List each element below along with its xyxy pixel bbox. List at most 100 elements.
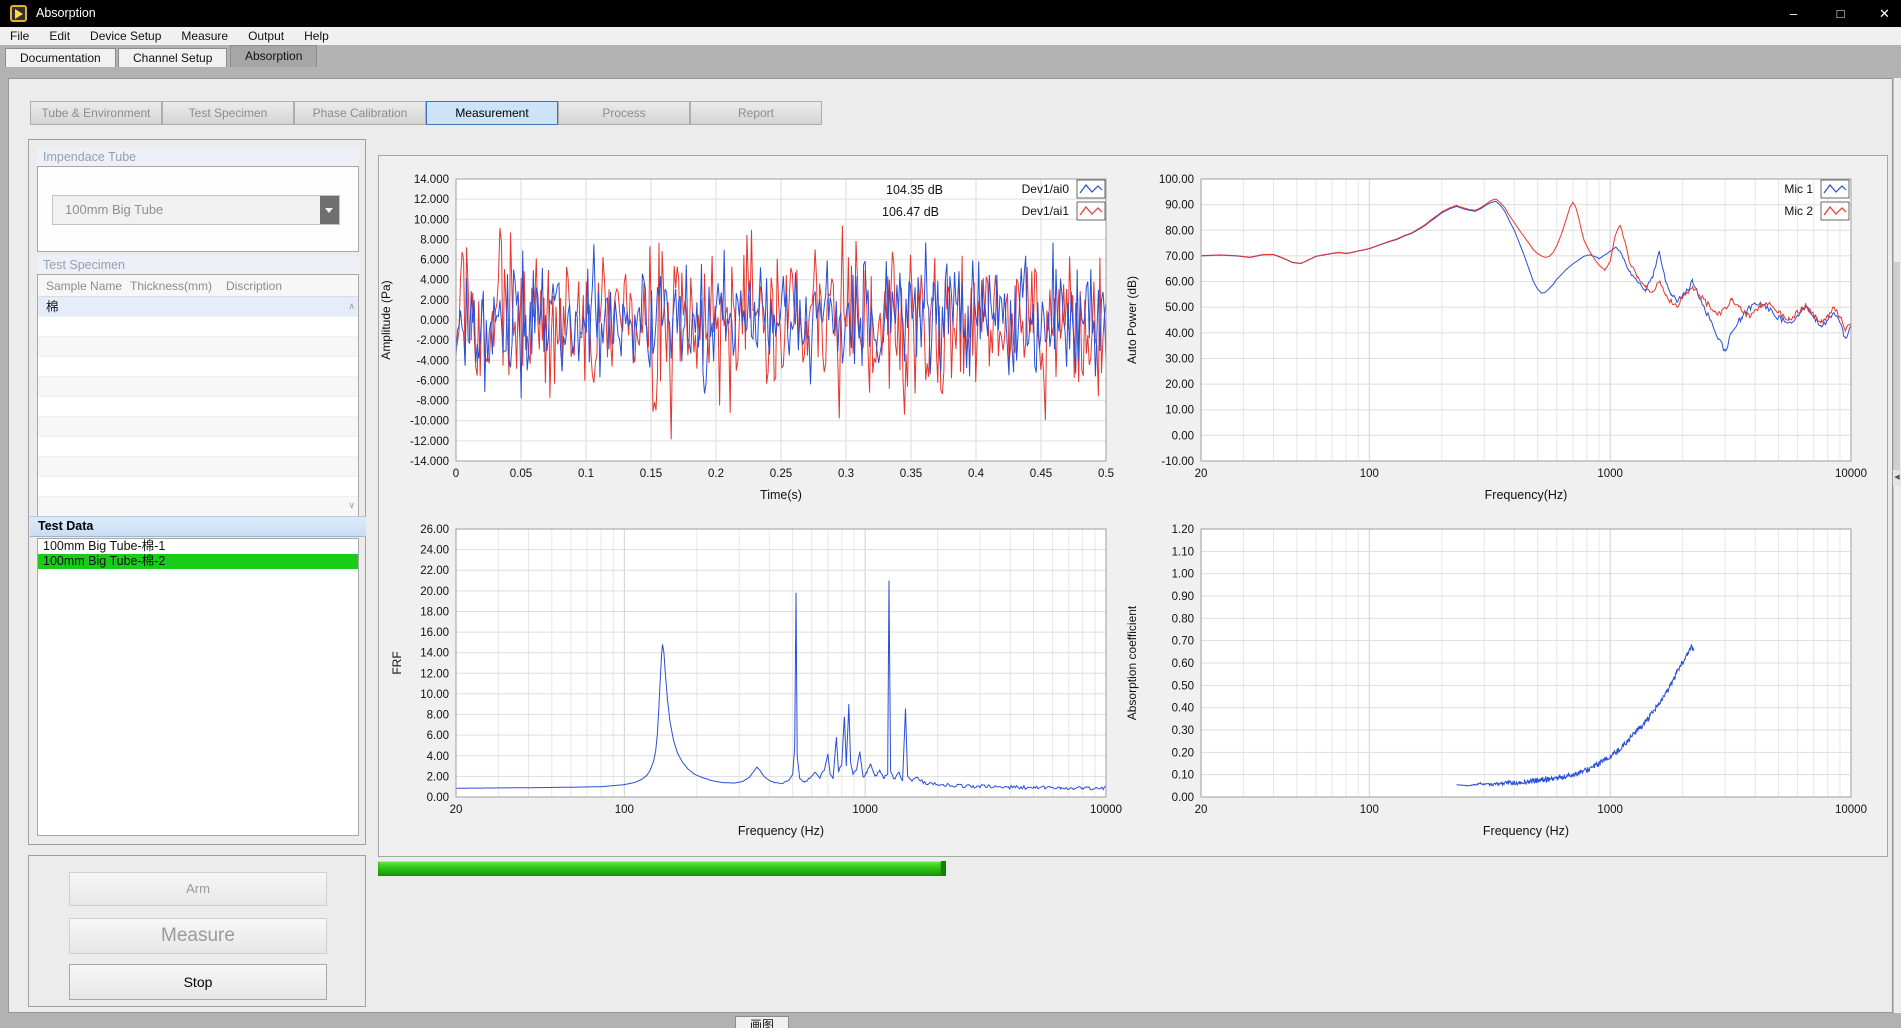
subtab-tube-environment[interactable]: Tube & Environment: [30, 101, 162, 125]
column-thickness: Thickness(mm): [130, 275, 226, 296]
svg-text:20: 20: [1195, 804, 1208, 816]
app-icon: [10, 5, 27, 22]
menu-item-file[interactable]: File: [0, 27, 39, 45]
svg-text:-6.000: -6.000: [416, 375, 449, 387]
table-row[interactable]: 棉: [38, 297, 358, 317]
charts-canvas: -14.000-12.000-10.000-8.000-6.000-4.000-…: [379, 156, 1887, 856]
controls-panel: Arm Measure Stop: [28, 855, 366, 1007]
stop-button[interactable]: Stop: [69, 964, 327, 1000]
svg-text:100: 100: [1360, 804, 1379, 816]
svg-text:26.00: 26.00: [420, 524, 449, 536]
svg-text:16.00: 16.00: [420, 627, 449, 639]
tab-channel-setup[interactable]: Channel Setup: [118, 48, 227, 67]
svg-text:4.000: 4.000: [420, 275, 449, 287]
menu-item-help[interactable]: Help: [294, 27, 339, 45]
scrollbar-thumb[interactable]: [1894, 262, 1900, 470]
svg-text:100: 100: [1360, 468, 1379, 480]
arm-button[interactable]: Arm: [69, 872, 327, 906]
svg-text:100.00: 100.00: [1159, 174, 1194, 186]
svg-text:-14.000: -14.000: [410, 456, 449, 468]
scroll-up-icon[interactable]: ∧: [348, 301, 355, 312]
table-row: [38, 437, 358, 457]
svg-text:Dev1/ai1: Dev1/ai1: [1022, 204, 1070, 218]
svg-text:Mic 2: Mic 2: [1784, 204, 1813, 218]
tab-absorption[interactable]: Absorption: [230, 45, 317, 67]
impedance-tube-box: 100mm Big Tube: [37, 166, 359, 252]
svg-text:14.00: 14.00: [420, 648, 449, 660]
bottom-tab[interactable]: 画图: [735, 1016, 789, 1028]
table-row: [38, 397, 358, 417]
svg-text:0.2: 0.2: [708, 468, 724, 480]
scroll-down-icon[interactable]: ∨: [348, 500, 355, 511]
svg-text:-10.000: -10.000: [410, 416, 449, 428]
svg-text:40.00: 40.00: [1165, 328, 1194, 340]
svg-text:0: 0: [453, 468, 459, 480]
maximize-button[interactable]: □: [1818, 0, 1863, 27]
progress-bar: [378, 861, 946, 876]
svg-text:0.30: 0.30: [1172, 725, 1194, 737]
svg-text:60.00: 60.00: [1165, 277, 1194, 289]
svg-text:10000: 10000: [1090, 804, 1122, 816]
chevron-down-icon[interactable]: [320, 196, 339, 224]
subtab-test-specimen[interactable]: Test Specimen: [162, 101, 294, 125]
svg-text:24.00: 24.00: [420, 545, 449, 557]
splitter-arrow-icon[interactable]: ◀: [1893, 470, 1901, 486]
svg-text:Dev1/ai0: Dev1/ai0: [1022, 182, 1070, 196]
menu-item-output[interactable]: Output: [238, 27, 294, 45]
svg-text:0.80: 0.80: [1172, 613, 1194, 625]
table-row: [38, 317, 358, 337]
svg-text:104.35 dB: 104.35 dB: [886, 183, 943, 197]
svg-text:0.40: 0.40: [1172, 703, 1194, 715]
svg-text:12.00: 12.00: [420, 668, 449, 680]
svg-text:1000: 1000: [1597, 804, 1623, 816]
svg-text:6.000: 6.000: [420, 255, 449, 267]
subtab-process[interactable]: Process: [558, 101, 690, 125]
tab-documentation[interactable]: Documentation: [5, 48, 116, 67]
svg-text:50.00: 50.00: [1165, 302, 1194, 314]
svg-text:Absorption coefficient: Absorption coefficient: [1125, 605, 1139, 720]
menu-item-device-setup[interactable]: Device Setup: [80, 27, 171, 45]
svg-text:20.00: 20.00: [420, 586, 449, 598]
svg-text:6.00: 6.00: [427, 730, 449, 742]
svg-text:10000: 10000: [1835, 804, 1867, 816]
svg-text:Frequency (Hz): Frequency (Hz): [1483, 824, 1569, 838]
subtab-measurement[interactable]: Measurement: [426, 101, 558, 125]
svg-text:Frequency (Hz): Frequency (Hz): [738, 824, 824, 838]
svg-text:0.70: 0.70: [1172, 636, 1194, 648]
svg-text:-10.00: -10.00: [1161, 456, 1194, 468]
svg-text:100: 100: [615, 804, 634, 816]
column-discription: Discription: [226, 275, 326, 296]
subtab-phase-calibration[interactable]: Phase Calibration: [294, 101, 426, 125]
specimen-table: Sample Name Thickness(mm) Discription 棉 …: [37, 274, 359, 516]
table-row: [38, 457, 358, 477]
close-button[interactable]: ✕: [1862, 0, 1901, 27]
svg-text:10000: 10000: [1835, 468, 1867, 480]
list-item[interactable]: 100mm Big Tube-棉-1: [38, 539, 358, 554]
menu-item-measure[interactable]: Measure: [171, 27, 238, 45]
list-item-selected[interactable]: 100mm Big Tube-棉-2: [38, 554, 358, 569]
svg-text:0.45: 0.45: [1030, 468, 1052, 480]
svg-text:Mic 1: Mic 1: [1784, 182, 1813, 196]
svg-text:10.000: 10.000: [414, 214, 449, 226]
svg-text:0.4: 0.4: [968, 468, 985, 480]
menubar: File Edit Device Setup Measure Output He…: [0, 27, 1901, 45]
svg-text:2.000: 2.000: [420, 295, 449, 307]
svg-text:0.20: 0.20: [1172, 747, 1194, 759]
table-row: [38, 357, 358, 377]
svg-text:0.1: 0.1: [578, 468, 594, 480]
svg-text:Amplitude (Pa): Amplitude (Pa): [379, 280, 393, 359]
svg-text:0.00: 0.00: [1172, 792, 1194, 804]
tube-select[interactable]: 100mm Big Tube: [52, 195, 340, 225]
svg-text:0.60: 0.60: [1172, 658, 1194, 670]
svg-text:0.50: 0.50: [1172, 680, 1194, 692]
vertical-scrollbar[interactable]: [1893, 78, 1901, 1013]
sidebar-panel: Impendace Tube 100mm Big Tube Test Speci…: [28, 139, 366, 845]
minimize-button[interactable]: –: [1771, 0, 1816, 27]
svg-text:0.05: 0.05: [510, 468, 532, 480]
menu-item-edit[interactable]: Edit: [39, 27, 80, 45]
measure-button[interactable]: Measure: [69, 918, 327, 954]
subtab-report[interactable]: Report: [690, 101, 822, 125]
svg-text:20.00: 20.00: [1165, 379, 1194, 391]
table-row: [38, 337, 358, 357]
charts-panel: -14.000-12.000-10.000-8.000-6.000-4.000-…: [378, 155, 1888, 857]
